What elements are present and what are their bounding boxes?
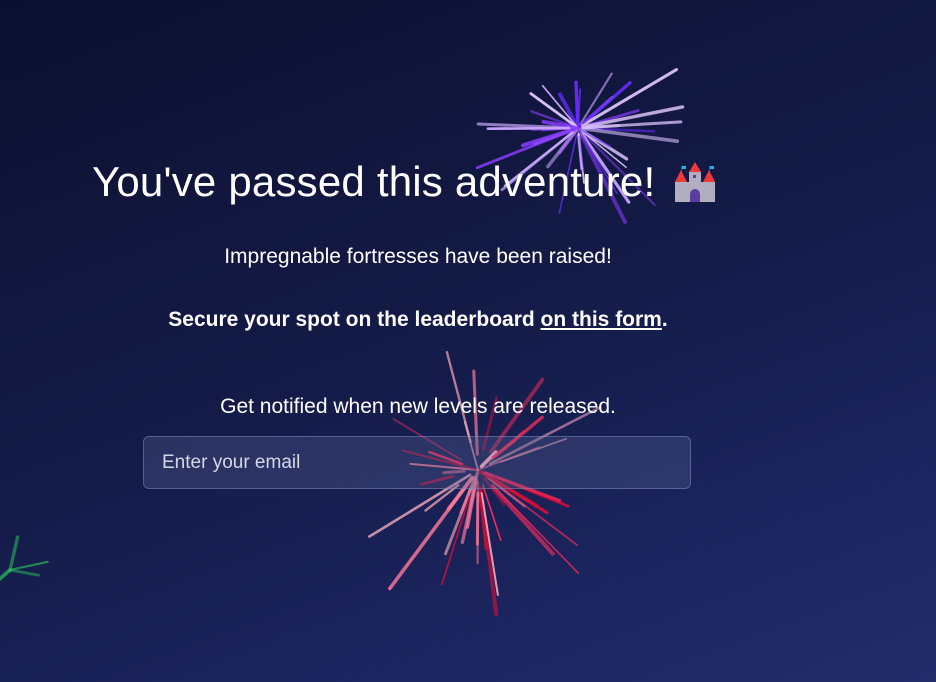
email-input[interactable] — [143, 436, 691, 489]
page-title: You've passed this adventure! — [92, 158, 717, 206]
leaderboard-form-link[interactable]: on this form — [541, 308, 662, 331]
leaderboard-text: Secure your spot on the leaderboard — [168, 308, 541, 331]
notify-text: Get notified when new levels are release… — [220, 395, 616, 418]
page-title-text: You've passed this adventure! — [92, 158, 656, 205]
fireworks-animation — [0, 68, 685, 617]
firework-green — [0, 535, 49, 582]
castle-icon — [675, 162, 716, 202]
leaderboard-prompt: Secure your spot on the leaderboard on t… — [0, 308, 836, 332]
subtitle: Impregnable fortresses have been raised! — [224, 245, 612, 268]
leaderboard-suffix: . — [661, 308, 668, 331]
